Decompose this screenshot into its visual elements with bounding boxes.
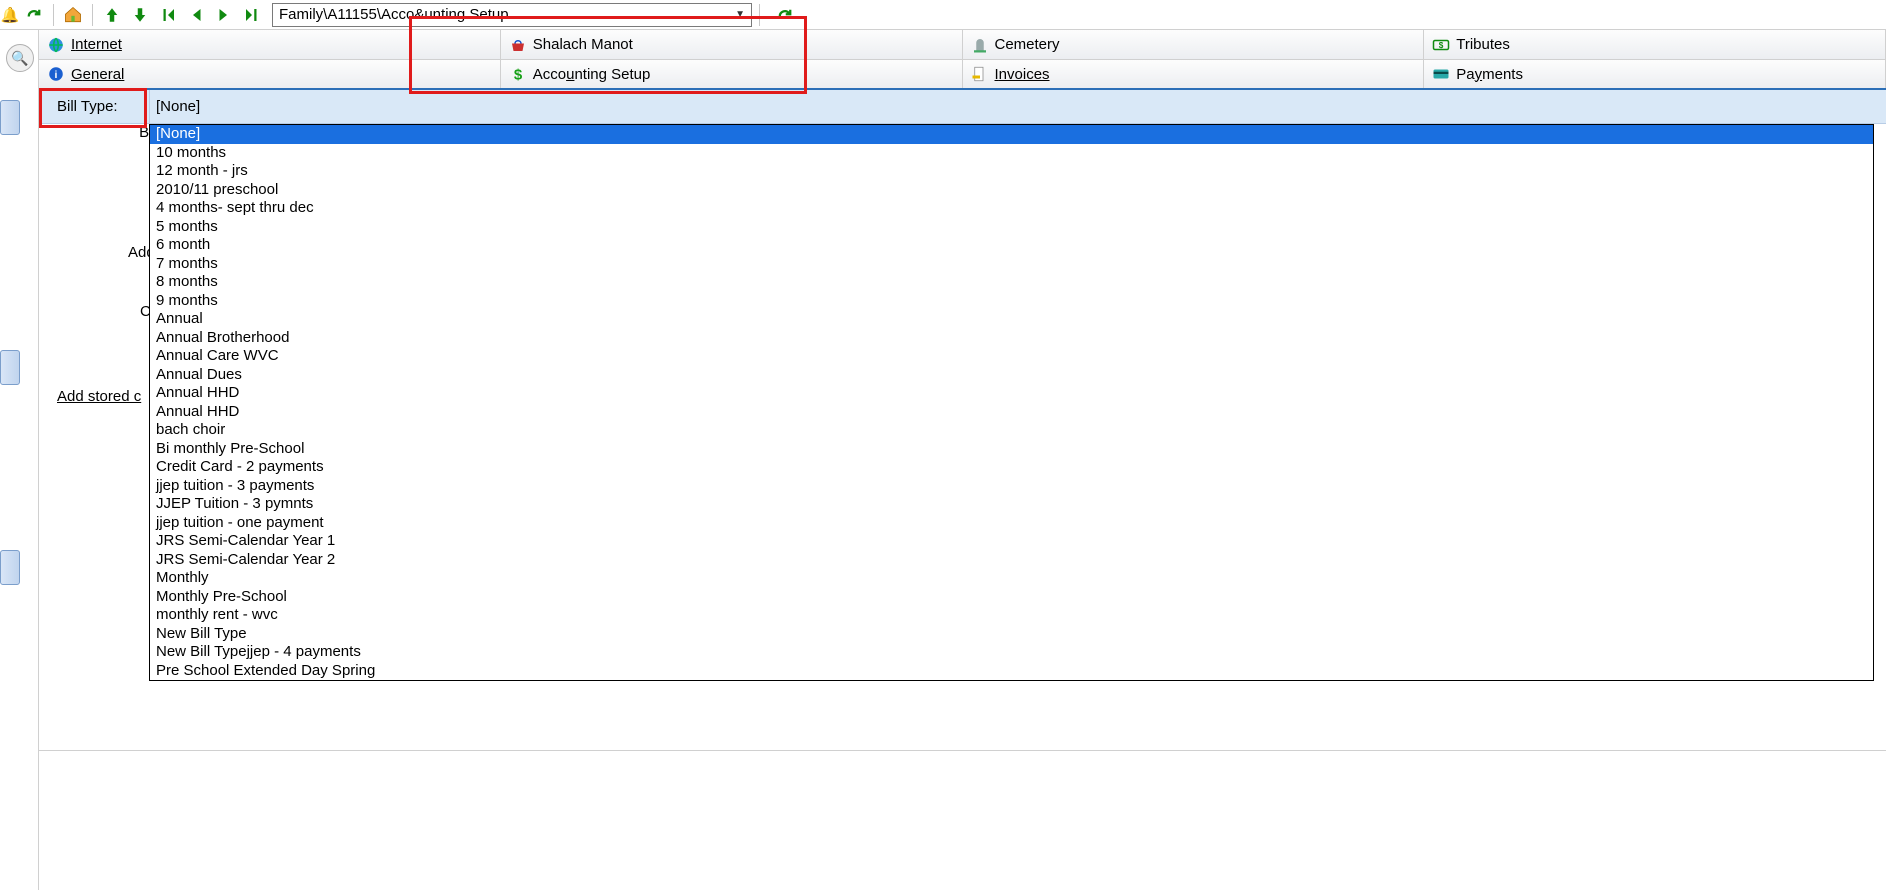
tab-payments[interactable]: Payments bbox=[1424, 60, 1886, 88]
dropdown-option[interactable]: 12 month - jrs bbox=[150, 162, 1873, 181]
dropdown-option[interactable]: Monthly bbox=[150, 569, 1873, 588]
arrow-first-icon[interactable] bbox=[156, 3, 180, 27]
tab-label: Invoices bbox=[995, 66, 1050, 83]
globe-icon bbox=[47, 36, 65, 54]
svg-text:i: i bbox=[55, 69, 58, 81]
redo-icon[interactable] bbox=[22, 3, 46, 27]
tab-label: Payments bbox=[1456, 66, 1523, 83]
dropdown-option[interactable]: jjep tuition - one payment bbox=[150, 514, 1873, 533]
card-icon bbox=[1432, 65, 1450, 83]
address-text: Family\A11155\Acco&unting Setup bbox=[279, 6, 509, 23]
tab-label: General bbox=[71, 66, 124, 83]
dropdown-option[interactable]: JRS Semi-Calendar Year 2 bbox=[150, 551, 1873, 570]
dropdown-option[interactable]: Monthly Pre-School bbox=[150, 588, 1873, 607]
dropdown-option[interactable]: 6 month bbox=[150, 236, 1873, 255]
tab-tributes[interactable]: $ Tributes bbox=[1424, 30, 1886, 59]
dropdown-option[interactable]: 8 months bbox=[150, 273, 1873, 292]
dropdown-option[interactable]: 2010/11 preschool bbox=[150, 181, 1873, 200]
dropdown-option[interactable]: [None] bbox=[150, 125, 1873, 144]
dropdown-option[interactable]: Pre School Extended Day Spring bbox=[150, 662, 1873, 681]
tab-shalach-manot[interactable]: Shalach Manot bbox=[501, 30, 963, 59]
tab-general[interactable]: i General bbox=[39, 60, 501, 88]
invoice-icon bbox=[971, 65, 989, 83]
panel-toggle-2[interactable] bbox=[0, 350, 20, 385]
dropdown-option[interactable]: jjep tuition - 3 payments bbox=[150, 477, 1873, 496]
dropdown-option[interactable]: 10 months bbox=[150, 144, 1873, 163]
dropdown-option[interactable]: 5 months bbox=[150, 218, 1873, 237]
basket-icon bbox=[509, 36, 527, 54]
tab-internet[interactable]: Internet bbox=[39, 30, 501, 59]
money-icon: $ bbox=[1432, 36, 1450, 54]
dropdown-option[interactable]: 7 months bbox=[150, 255, 1873, 274]
dropdown-option[interactable]: Annual Brotherhood bbox=[150, 329, 1873, 348]
divider bbox=[39, 750, 1886, 751]
arrow-prev-icon[interactable] bbox=[184, 3, 208, 27]
tab-row-2: i General $ Accounting Setup Invoices Pa… bbox=[39, 60, 1886, 90]
dropdown-option[interactable]: JRS Semi-Calendar Year 1 bbox=[150, 532, 1873, 551]
tab-label: Cemetery bbox=[995, 36, 1060, 53]
dropdown-option[interactable]: Annual HHD bbox=[150, 403, 1873, 422]
dropdown-option[interactable]: JJEP Tuition - 3 pymnts bbox=[150, 495, 1873, 514]
dropdown-option[interactable]: New Bill Typejjep - 4 payments bbox=[150, 643, 1873, 662]
toolbar: 🔔 Family\A11155\Acco&unting Setup ▼ bbox=[0, 0, 1886, 30]
tab-label: Tributes bbox=[1456, 36, 1510, 53]
tab-row-1: Internet Shalach Manot Cemetery $ Tribut… bbox=[39, 30, 1886, 60]
search-icon[interactable]: 🔍 bbox=[6, 44, 34, 72]
home-icon[interactable] bbox=[61, 3, 85, 27]
arrow-up-icon[interactable] bbox=[100, 3, 124, 27]
bill-type-dropdown-list[interactable]: [None]10 months12 month - jrs2010/11 pre… bbox=[149, 124, 1874, 681]
tab-accounting-setup[interactable]: $ Accounting Setup bbox=[501, 60, 963, 88]
tab-label: Internet bbox=[71, 36, 122, 53]
info-icon: i bbox=[47, 65, 65, 83]
panel-toggle-3[interactable] bbox=[0, 550, 20, 585]
svg-text:$: $ bbox=[1439, 41, 1444, 50]
tab-label: Shalach Manot bbox=[533, 36, 633, 53]
dropdown-option[interactable]: 9 months bbox=[150, 292, 1873, 311]
main-area: Internet Shalach Manot Cemetery $ Tribut… bbox=[38, 30, 1886, 890]
left-panel-strip: 🔍 bbox=[0, 30, 38, 890]
bill-type-label: Bill Type: bbox=[39, 98, 149, 115]
arrow-down-icon[interactable] bbox=[128, 3, 152, 27]
dropdown-option[interactable]: Bi monthly Pre-School bbox=[150, 440, 1873, 459]
address-field[interactable]: Family\A11155\Acco&unting Setup ▼ bbox=[272, 3, 752, 27]
bell-icon[interactable]: 🔔 bbox=[2, 3, 18, 27]
dropdown-option[interactable]: Annual bbox=[150, 310, 1873, 329]
dropdown-option[interactable]: monthly rent - wvc bbox=[150, 606, 1873, 625]
bill-type-value: [None] bbox=[156, 98, 200, 115]
tab-cemetery[interactable]: Cemetery bbox=[963, 30, 1425, 59]
panel-toggle-1[interactable] bbox=[0, 100, 20, 135]
arrow-next-icon[interactable] bbox=[212, 3, 236, 27]
bill-type-dropdown[interactable]: [None] bbox=[149, 90, 1886, 123]
tombstone-icon bbox=[971, 36, 989, 54]
arrow-last-icon[interactable] bbox=[240, 3, 264, 27]
chevron-down-icon[interactable]: ▼ bbox=[735, 9, 745, 20]
dropdown-option[interactable]: Annual Care WVC bbox=[150, 347, 1873, 366]
svg-text:$: $ bbox=[514, 66, 523, 83]
tab-invoices[interactable]: Invoices bbox=[963, 60, 1425, 88]
go-icon[interactable] bbox=[773, 3, 797, 27]
dollar-icon: $ bbox=[509, 65, 527, 83]
dropdown-option[interactable]: Credit Card - 2 payments bbox=[150, 458, 1873, 477]
tab-label: Accounting Setup bbox=[533, 66, 651, 83]
bill-type-row: Bill Type: [None] bbox=[39, 90, 1886, 124]
dropdown-option[interactable]: Annual Dues bbox=[150, 366, 1873, 385]
dropdown-option[interactable]: 4 months- sept thru dec bbox=[150, 199, 1873, 218]
dropdown-option[interactable]: New Bill Type bbox=[150, 625, 1873, 644]
dropdown-option[interactable]: bach choir bbox=[150, 421, 1873, 440]
form-area: Bill Type: [None] Bill To: Inc Address C… bbox=[39, 90, 1886, 890]
dropdown-option[interactable]: Annual HHD bbox=[150, 384, 1873, 403]
